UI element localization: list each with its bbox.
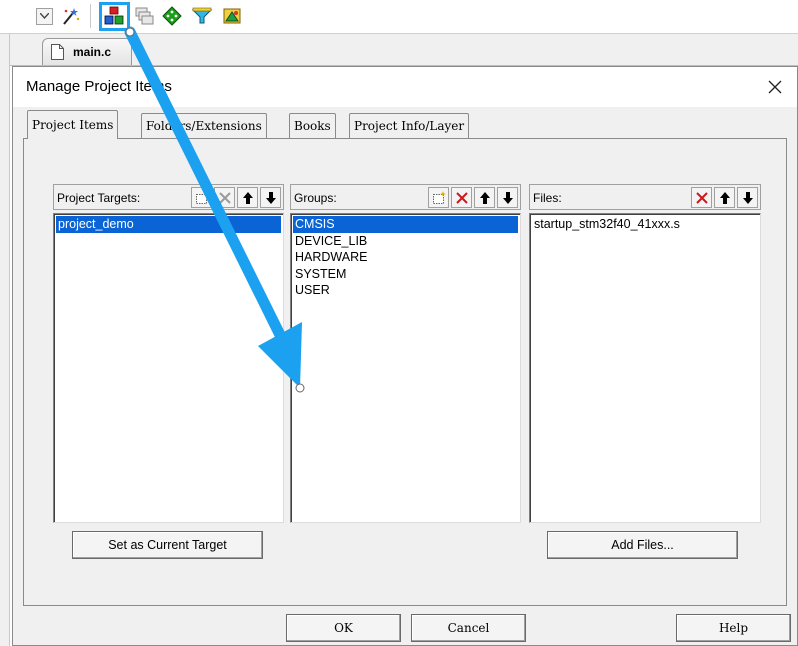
new-target-button[interactable] (191, 187, 212, 208)
delete-file-button[interactable] (691, 187, 712, 208)
button-label: OK (334, 621, 353, 635)
files-header: Files: (529, 184, 761, 210)
files-label: Files: (533, 191, 562, 205)
new-group-button[interactable] (428, 187, 449, 208)
button-label: Add Files... (611, 538, 674, 552)
project-targets-header: Project Targets: (53, 184, 284, 210)
list-item-group[interactable]: USER (293, 282, 518, 299)
tab-label: Project Info/Layer (354, 119, 465, 133)
files-pane: Files: startup_stm32f40_41xxx.s (529, 184, 761, 523)
button-label: Set as Current Target (108, 538, 227, 552)
window-stack-icon[interactable] (134, 6, 154, 26)
move-group-up-button[interactable] (474, 187, 495, 208)
groups-list[interactable]: CMSIS DEVICE_LIB HARDWARE SYSTEM USER (290, 213, 521, 523)
download-funnel-icon[interactable] (192, 6, 212, 26)
move-target-up-button[interactable] (237, 187, 258, 208)
tab-folders-extensions[interactable]: Folders/Extensions (141, 113, 267, 138)
arrow-up-icon (719, 191, 730, 204)
add-files-button[interactable]: Add Files... (547, 531, 738, 559)
files-list[interactable]: startup_stm32f40_41xxx.s (529, 213, 761, 523)
groups-pane: Groups: CMSIS DEVICE_LIB HARDWARE SYSTEM… (290, 184, 521, 523)
file-icon (51, 44, 64, 60)
dialog-titlebar: Manage Project Items (13, 67, 797, 107)
list-item-project-demo[interactable]: project_demo (56, 216, 281, 233)
list-item-group[interactable]: CMSIS (293, 216, 518, 233)
arrow-down-icon (265, 191, 276, 204)
toolbar-highlight-box (99, 2, 130, 31)
ok-button[interactable]: OK (286, 614, 401, 642)
editor-tab-label: main.c (73, 45, 112, 59)
books-icon[interactable] (222, 6, 242, 26)
toolbar-separator (90, 4, 91, 28)
list-item-group[interactable]: SYSTEM (293, 266, 518, 283)
delete-icon (455, 191, 468, 204)
dropdown-arrow-icon (40, 13, 49, 19)
toolbar-dropdown[interactable] (36, 8, 53, 25)
set-current-target-button[interactable]: Set as Current Target (72, 531, 263, 559)
tab-label: Books (294, 119, 331, 133)
button-label: Cancel (447, 621, 490, 635)
cancel-button[interactable]: Cancel (411, 614, 526, 642)
move-file-up-button[interactable] (714, 187, 735, 208)
list-item-file[interactable]: startup_stm32f40_41xxx.s (532, 216, 758, 233)
tab-label: Project Items (32, 118, 114, 132)
tab-label: Folders/Extensions (146, 119, 262, 133)
move-target-down-button[interactable] (260, 187, 281, 208)
close-button[interactable] (763, 75, 787, 99)
project-targets-list[interactable]: project_demo (53, 213, 284, 523)
project-targets-label: Project Targets: (57, 191, 141, 205)
project-targets-pane: Project Targets: project_demo (53, 184, 284, 523)
move-group-down-button[interactable] (497, 187, 518, 208)
button-label: Help (718, 621, 749, 635)
magic-wand-icon[interactable] (60, 6, 80, 26)
help-button[interactable]: Help (676, 614, 791, 642)
editor-tab-strip: main.c (0, 34, 798, 66)
tab-project-items[interactable]: Project Items (27, 110, 119, 139)
arrow-down-icon (502, 191, 513, 204)
move-file-down-button[interactable] (737, 187, 758, 208)
dialog-title: Manage Project Items (26, 78, 172, 95)
close-icon (768, 80, 782, 94)
manage-project-items-dialog: Manage Project Items Project Items Folde… (12, 66, 798, 646)
delete-group-button[interactable] (451, 187, 472, 208)
green-diamond-icon[interactable] (162, 6, 182, 26)
groups-header: Groups: (290, 184, 521, 210)
arrow-down-icon (742, 191, 753, 204)
delete-icon (695, 191, 708, 204)
list-item-group[interactable]: DEVICE_LIB (293, 233, 518, 250)
editor-left-margin (0, 34, 10, 646)
delete-icon (218, 191, 231, 204)
editor-tab-main-c[interactable]: main.c (42, 38, 132, 65)
new-item-icon (432, 190, 446, 204)
ide-toolbar (0, 0, 798, 34)
delete-target-button[interactable] (214, 187, 235, 208)
arrow-up-icon (242, 191, 253, 204)
arrow-up-icon (479, 191, 490, 204)
groups-label: Groups: (294, 191, 337, 205)
new-item-icon (195, 190, 209, 204)
tab-books[interactable]: Books (289, 113, 336, 138)
tab-project-info-layer[interactable]: Project Info/Layer (349, 113, 470, 138)
list-item-group[interactable]: HARDWARE (293, 249, 518, 266)
